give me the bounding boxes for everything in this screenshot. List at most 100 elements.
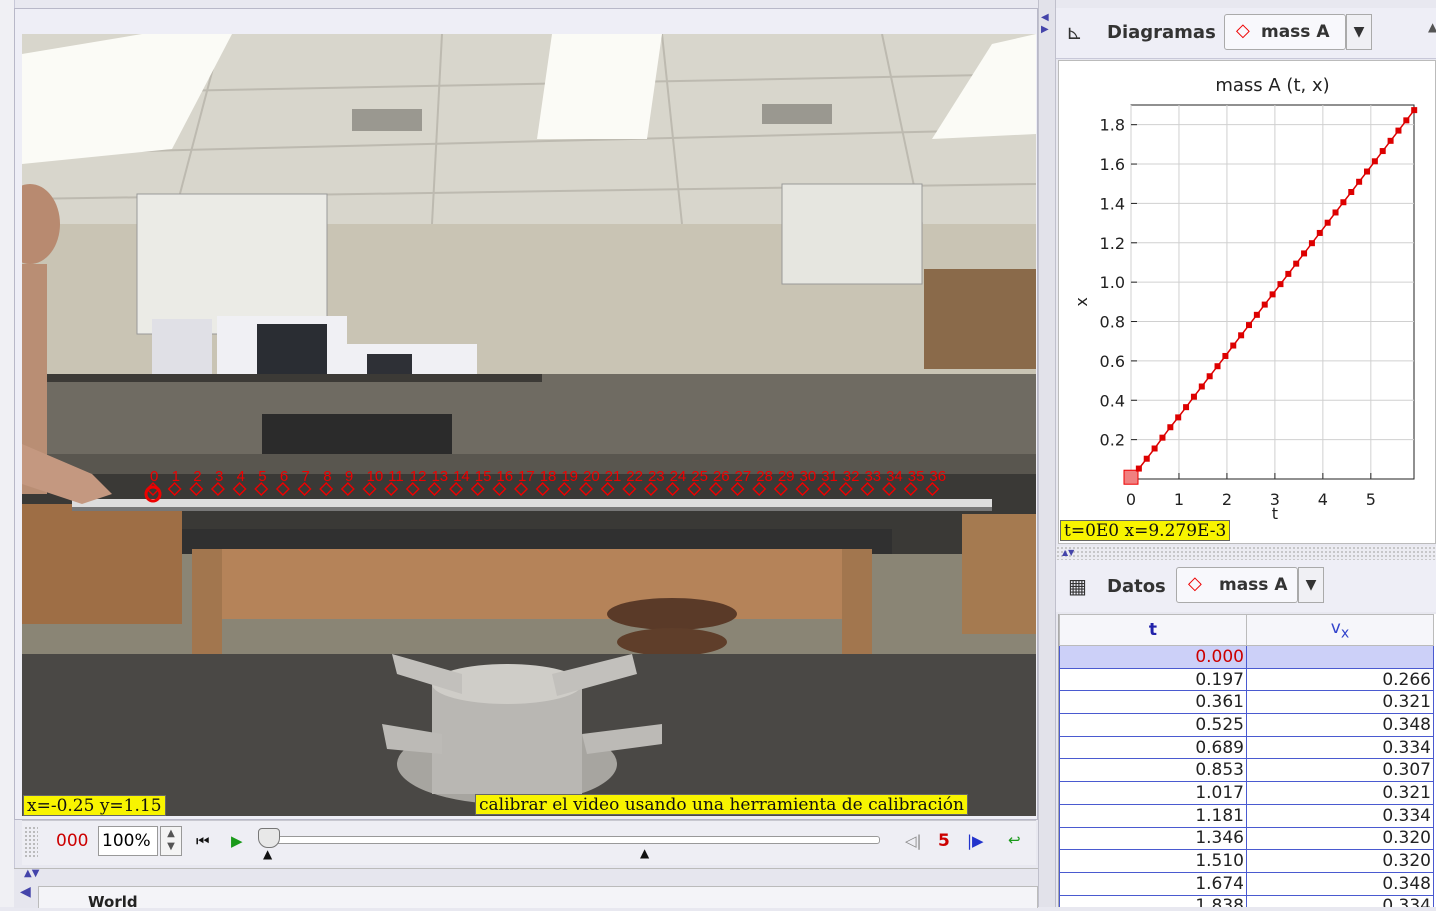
cell-vx[interactable]: 0.320 bbox=[1246, 826, 1434, 851]
cell-t[interactable]: 0.197 bbox=[1059, 667, 1247, 692]
table-row[interactable]: 0.853 0.307 bbox=[1059, 758, 1434, 783]
cell-t[interactable]: 1.346 bbox=[1059, 826, 1247, 851]
zoom-spinner[interactable]: ▲ ▼ bbox=[160, 826, 182, 856]
cell-t[interactable]: 0.689 bbox=[1059, 735, 1247, 760]
data-point bbox=[1316, 229, 1323, 236]
table-row[interactable]: 1.838 0.334 bbox=[1059, 894, 1434, 907]
step-size[interactable]: 5 bbox=[938, 831, 950, 851]
data-point bbox=[1253, 311, 1260, 318]
table-row[interactable]: 1.017 0.321 bbox=[1059, 781, 1434, 805]
cell-t[interactable]: 0.525 bbox=[1059, 713, 1247, 737]
cell-vx[interactable]: 0.334 bbox=[1246, 803, 1434, 828]
cell-t[interactable]: 0.853 bbox=[1059, 758, 1247, 783]
table-row[interactable]: 1.181 0.334 bbox=[1059, 803, 1434, 828]
x-axis-label: t bbox=[1272, 504, 1278, 523]
table-row[interactable]: 1.510 0.320 bbox=[1059, 849, 1434, 873]
cell-vx[interactable]: 0.334 bbox=[1246, 894, 1434, 907]
plot-panel-scroll-icon[interactable]: ▲ bbox=[1428, 20, 1436, 34]
data-point bbox=[1379, 148, 1386, 155]
marker-label: 7 bbox=[302, 468, 310, 485]
table-row[interactable]: 1.346 0.320 bbox=[1059, 826, 1434, 851]
end-marker-icon[interactable]: ▲ bbox=[640, 846, 649, 860]
table-row[interactable]: 0.197 0.266 bbox=[1059, 667, 1434, 692]
world-tab[interactable] bbox=[38, 886, 1038, 908]
scroll-left-icon[interactable]: ◀ bbox=[20, 884, 31, 900]
y-axis-label: x bbox=[1072, 297, 1091, 306]
cell-vx[interactable]: 0.320 bbox=[1246, 849, 1434, 873]
cell-vx[interactable] bbox=[1246, 645, 1434, 669]
marker-label: 25 bbox=[691, 468, 708, 485]
table-body: 0.000 0.197 0.266 0.361 0.321 0.525 0.348 0.689… bbox=[1059, 645, 1434, 907]
data-header-label: Datos bbox=[1107, 576, 1166, 597]
vertical-splitter[interactable] bbox=[1038, 0, 1056, 907]
marker-label: 14 bbox=[453, 468, 470, 485]
mouse-coordinates-readout: x=-0.25 y=1.15 bbox=[23, 795, 166, 816]
data-point bbox=[1123, 469, 1139, 485]
zoom-field[interactable]: 100% bbox=[98, 826, 158, 856]
split-arrows-icon[interactable]: ▲▼ bbox=[1062, 548, 1074, 557]
step-back-icon[interactable]: ◁| bbox=[905, 831, 922, 851]
data-table[interactable]: t vx 0.000 0.197 0.266 0.361 0.321 0.525 0.348… bbox=[1059, 614, 1434, 907]
marker-label: 31 bbox=[821, 468, 838, 485]
horizontal-splitter[interactable] bbox=[1056, 546, 1436, 560]
video-slider-knob[interactable] bbox=[258, 828, 280, 848]
y-tick-label: 0.8 bbox=[1100, 313, 1125, 332]
cell-t[interactable]: 1.510 bbox=[1059, 849, 1247, 873]
toolbar-grip[interactable] bbox=[24, 826, 38, 858]
cell-vx[interactable]: 0.348 bbox=[1246, 713, 1434, 737]
data-point bbox=[1308, 240, 1315, 247]
start-marker-icon[interactable]: ▲ bbox=[263, 847, 272, 861]
data-point bbox=[1214, 363, 1221, 370]
cell-t[interactable]: 1.838 bbox=[1059, 894, 1247, 907]
left-edge-strip bbox=[0, 0, 15, 907]
cell-vx[interactable]: 0.348 bbox=[1246, 871, 1434, 896]
cell-vx[interactable]: 0.307 bbox=[1246, 758, 1434, 783]
data-chevron-down-icon[interactable]: ▼ bbox=[1298, 567, 1324, 603]
reset-to-start-icon[interactable]: ⏮ bbox=[196, 831, 210, 851]
table-row[interactable]: 0.525 0.348 bbox=[1059, 713, 1434, 737]
data-point bbox=[1411, 107, 1418, 114]
x-tick-label: 5 bbox=[1366, 490, 1376, 509]
expand-arrows-icon[interactable]: ▲▼ bbox=[24, 868, 39, 879]
y-tick-label: 0.2 bbox=[1100, 431, 1125, 450]
spinner-down-icon[interactable]: ▼ bbox=[161, 840, 181, 853]
data-point bbox=[1190, 393, 1197, 400]
data-point bbox=[1167, 424, 1174, 431]
table-row[interactable]: 0.361 0.321 bbox=[1059, 690, 1434, 715]
marker-label: 36 bbox=[929, 468, 946, 485]
column-vx-label: v bbox=[1330, 618, 1341, 639]
video-view[interactable]: 0 1 2 3 4 5 6 7 8 9 10 11 12 13 14 15 16 17 18 19 20 21 22 23 24… bbox=[22, 34, 1036, 816]
marker-label: 20 bbox=[583, 468, 600, 485]
cell-t[interactable]: 1.181 bbox=[1059, 803, 1247, 828]
marker-label: 27 bbox=[735, 468, 752, 485]
cell-vx[interactable]: 0.266 bbox=[1246, 667, 1434, 692]
marker-label: 1 bbox=[172, 468, 180, 485]
table-row[interactable]: 0.689 0.334 bbox=[1059, 735, 1434, 760]
marker-label: 28 bbox=[756, 468, 773, 485]
cell-t[interactable]: 1.017 bbox=[1059, 781, 1247, 805]
spinner-up-icon[interactable]: ▲ bbox=[161, 827, 181, 840]
cell-t[interactable]: 1.674 bbox=[1059, 871, 1247, 896]
play-icon[interactable]: ▶ bbox=[231, 831, 243, 851]
frame-number[interactable]: 000 bbox=[56, 831, 88, 851]
cell-vx[interactable]: 0.321 bbox=[1246, 781, 1434, 805]
video-slider-track[interactable] bbox=[270, 836, 880, 844]
cell-vx[interactable]: 0.334 bbox=[1246, 735, 1434, 760]
splitter-arrows-icon[interactable]: ◀ ▶ bbox=[1041, 12, 1049, 36]
table-row[interactable]: 1.674 0.348 bbox=[1059, 871, 1434, 896]
step-forward-icon[interactable]: |▶ bbox=[967, 831, 984, 851]
cell-t[interactable]: 0.000 bbox=[1059, 645, 1247, 669]
marker-label: 34 bbox=[886, 468, 903, 485]
plot-area[interactable]: mass A (t, x) 0 1 2 3 4 5 0.2 0.4 0.6 0.8 1.0 1.2 1.4… bbox=[1058, 60, 1436, 544]
marker-label: 26 bbox=[713, 468, 730, 485]
cell-t[interactable]: 0.361 bbox=[1059, 690, 1247, 715]
loop-icon[interactable]: ↩ bbox=[1008, 830, 1021, 850]
marker-label: 16 bbox=[496, 468, 513, 485]
column-header-vx[interactable]: vx bbox=[1246, 614, 1434, 646]
column-header-t[interactable]: t bbox=[1059, 614, 1247, 646]
chevron-down-icon[interactable]: ▼ bbox=[1346, 14, 1372, 50]
table-row[interactable]: 0.000 bbox=[1059, 645, 1434, 669]
cell-vx[interactable]: 0.321 bbox=[1246, 690, 1434, 715]
y-tick-label: 1.0 bbox=[1100, 273, 1125, 292]
column-vx-subscript: x bbox=[1340, 625, 1350, 642]
